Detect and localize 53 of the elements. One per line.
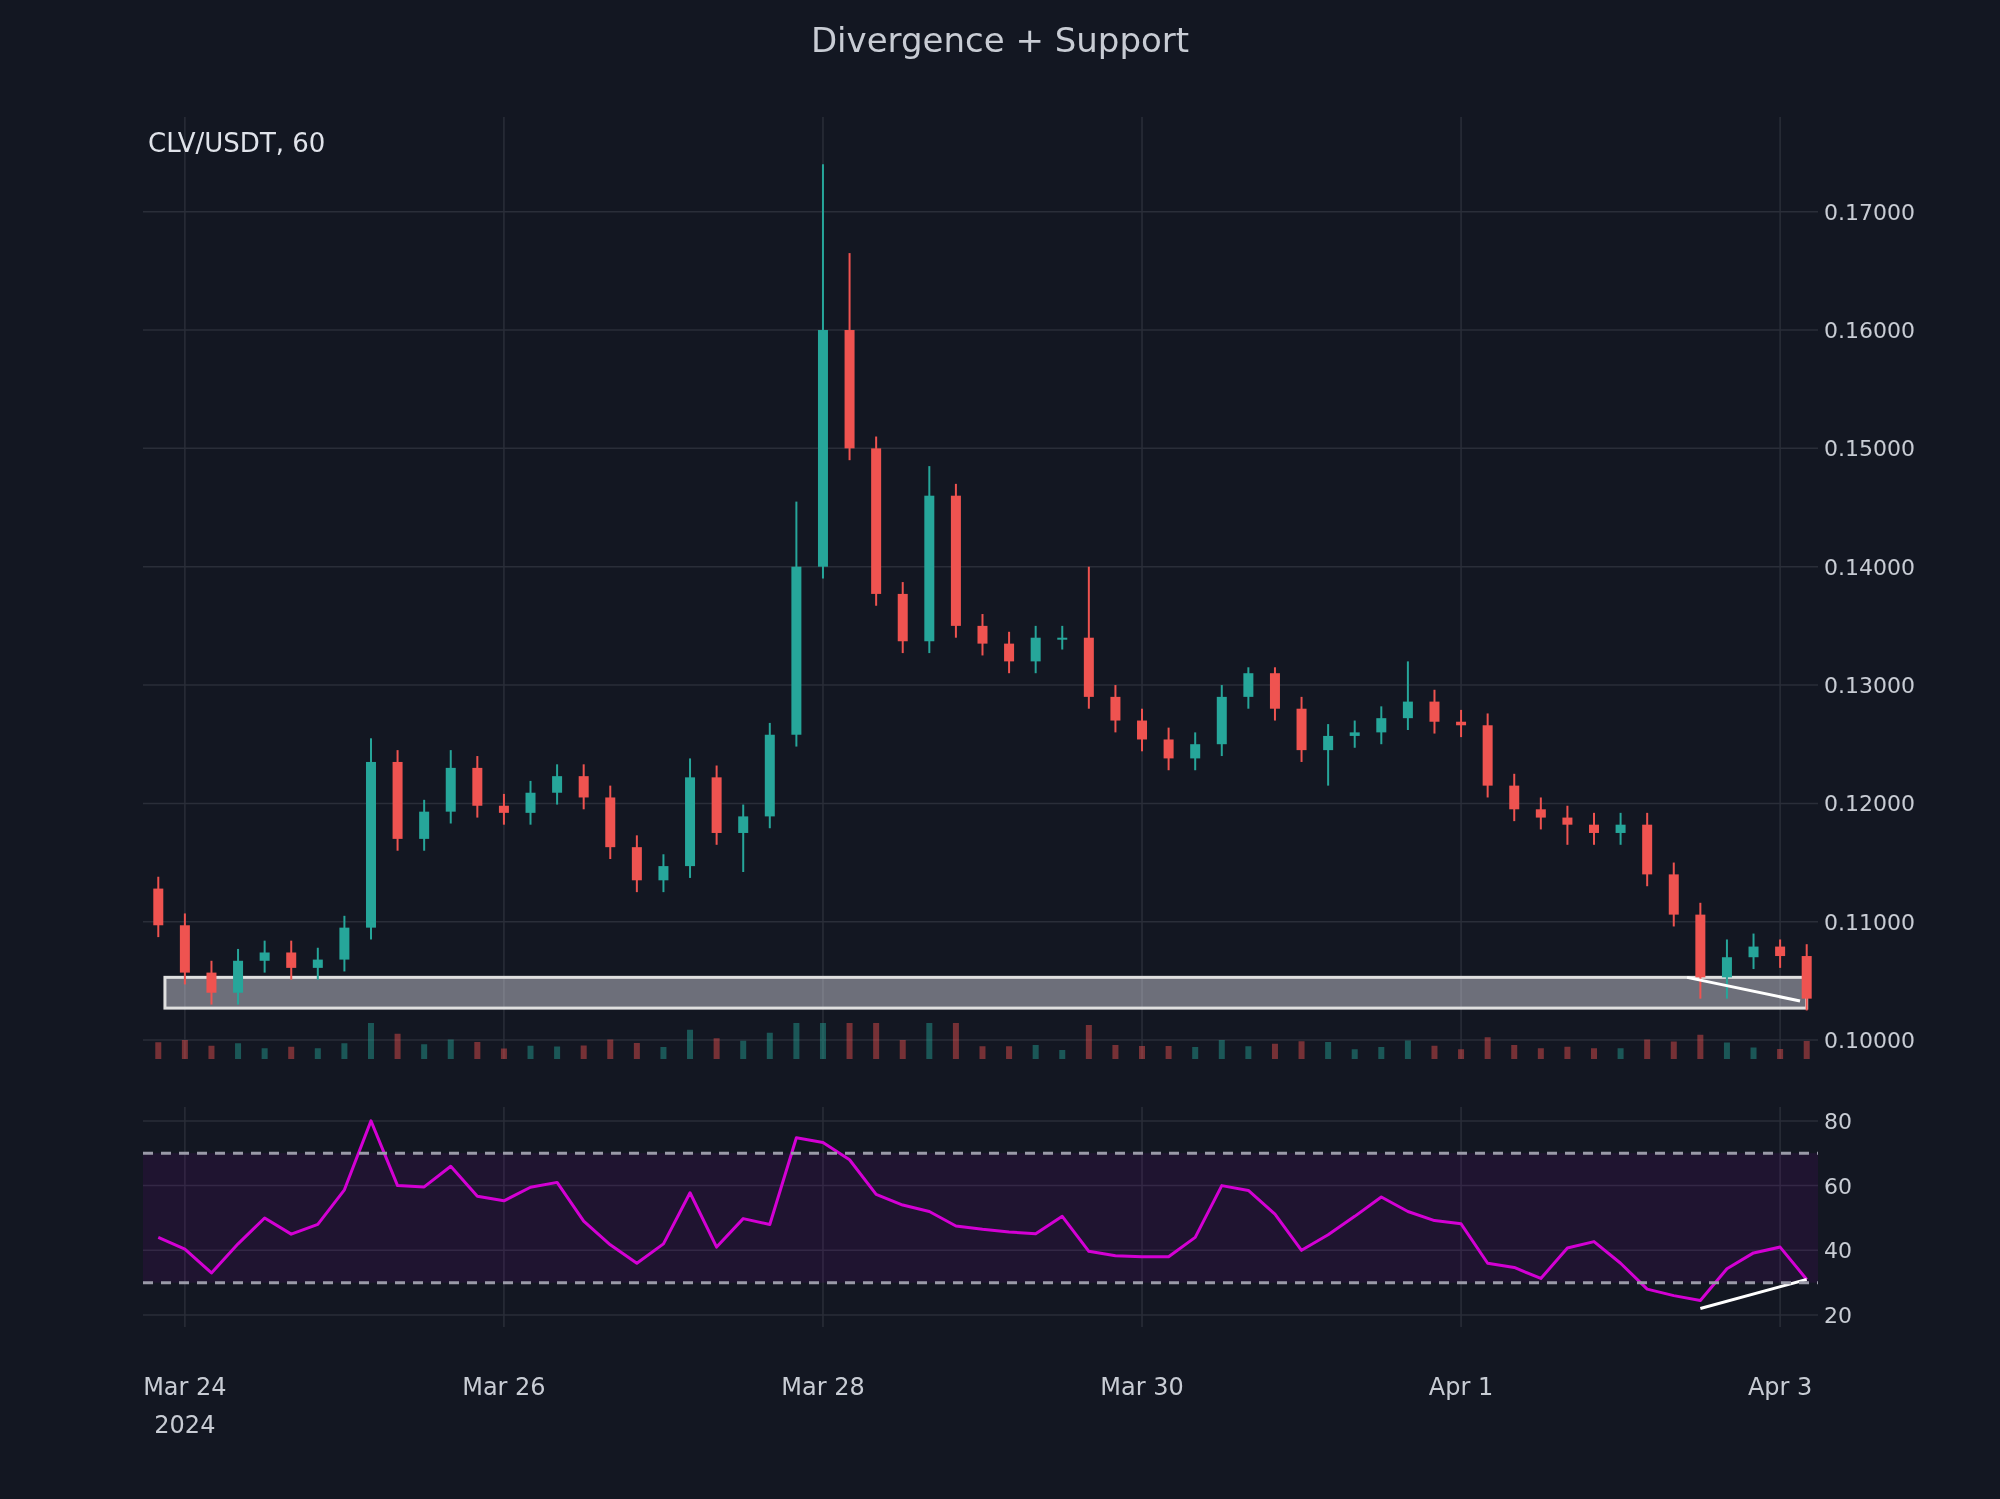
candlestick	[1376, 705, 1387, 746]
candlestick	[1775, 938, 1786, 969]
axis-tick-label: 60	[1824, 1173, 1852, 1199]
candlestick	[525, 779, 536, 826]
candlestick	[1004, 630, 1015, 675]
candlestick	[1030, 624, 1041, 675]
candlestick	[738, 803, 749, 874]
axis-tick-label: 80	[1824, 1108, 1852, 1134]
axis-tick-label: Mar 30	[1100, 1373, 1184, 1401]
candlestick	[1323, 723, 1334, 787]
candlestick	[1509, 772, 1520, 823]
axis-tick-label: 0.11000	[1824, 909, 1915, 935]
candlestick	[578, 763, 589, 811]
candlestick	[1615, 811, 1626, 846]
axis-tick-label: Mar 28	[781, 1373, 865, 1401]
axis-tick-label: Mar 26	[462, 1373, 546, 1401]
axis-tick-label: Apr 3	[1747, 1373, 1813, 1401]
candlestick	[1190, 731, 1201, 772]
candlestick	[1429, 688, 1440, 735]
axis-tick-label: 0.13000	[1824, 673, 1915, 699]
candlestick	[1562, 804, 1573, 846]
candlestick	[1057, 624, 1068, 651]
candlestick	[1721, 938, 1732, 1000]
chart-title: Divergence + Support	[810, 18, 1190, 62]
axis-tick-label: 40	[1824, 1238, 1852, 1264]
axis-tick-label: 0.10000	[1824, 1028, 1915, 1054]
candlestick	[1748, 932, 1759, 971]
candlestick	[206, 959, 217, 1006]
candlestick	[312, 946, 323, 981]
candlestick	[286, 939, 297, 981]
axis-year-label: 2024	[154, 1411, 216, 1439]
candlestick	[1535, 796, 1546, 831]
candlestick	[1349, 719, 1360, 749]
axis-tick-label: 0.12000	[1824, 791, 1915, 817]
axis-tick-label: 0.17000	[1824, 199, 1915, 225]
axis-tick-label: Apr 1	[1428, 1373, 1494, 1401]
candlestick	[1589, 811, 1599, 846]
candlestick	[552, 763, 563, 806]
axis-tick-label: 0.15000	[1824, 436, 1915, 462]
axis-tick-label: 0.16000	[1824, 318, 1915, 343]
candlestick	[259, 939, 270, 974]
candlestick	[1110, 684, 1121, 734]
candlestick	[1402, 660, 1413, 732]
candlestick	[498, 792, 509, 826]
candlestick	[1163, 726, 1174, 772]
candlestick	[977, 613, 988, 657]
axis-tick-label: 20	[1824, 1303, 1852, 1329]
candlestick	[1137, 707, 1148, 753]
candlestick	[658, 853, 669, 894]
axis-tick-label: Mar 24	[143, 1373, 227, 1401]
candlestick	[1243, 666, 1254, 710]
chart-subtitle: CLV/USDT, 60	[148, 128, 326, 158]
axis-tick-label: 0.14000	[1824, 554, 1915, 580]
